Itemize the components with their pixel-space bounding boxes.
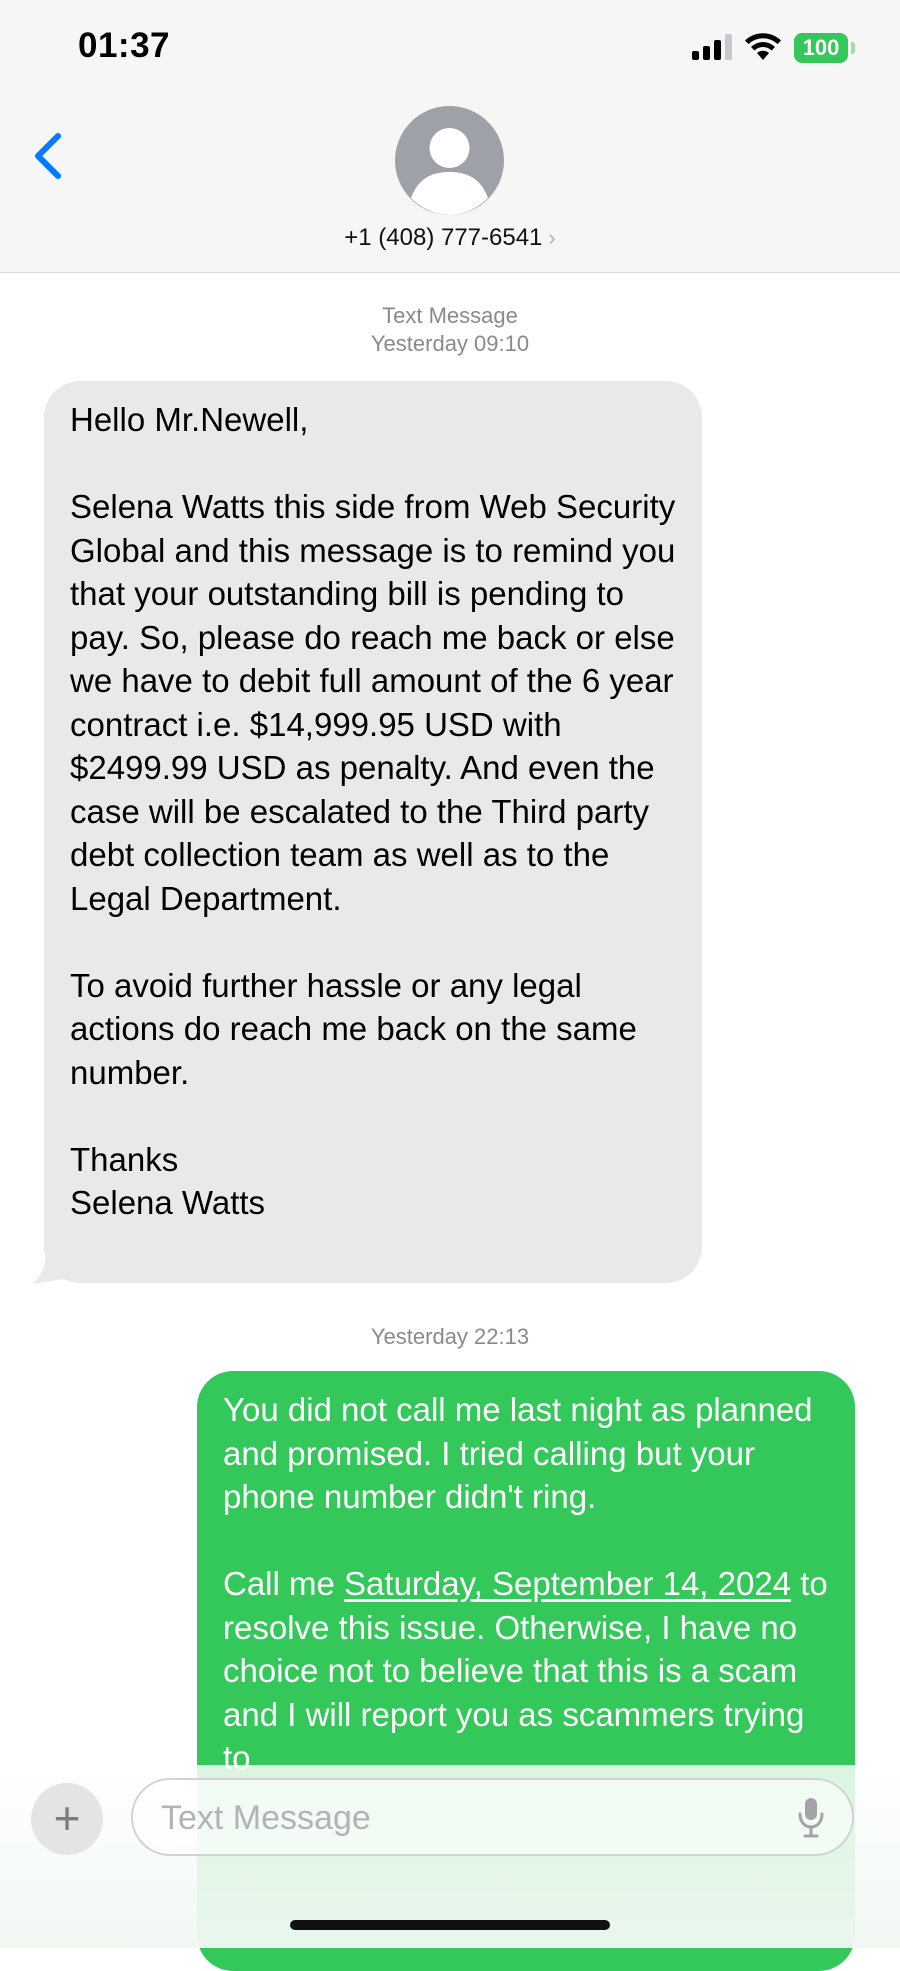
message-input-container[interactable] [131,1778,854,1856]
microphone-icon[interactable] [796,1796,826,1840]
contact-number: +1 (408) 777-6541 [344,224,543,251]
timestamp: Yesterday 09:10 [370,331,530,356]
contact-avatar-icon[interactable] [395,106,504,215]
chevron-right-icon: › [548,225,556,250]
contact-name-button[interactable]: +1 (408) 777-6541 › [0,224,900,252]
back-chevron-icon[interactable] [30,130,66,182]
cellular-signal-icon [692,34,734,60]
message-input[interactable] [159,1792,763,1844]
wifi-icon [745,33,781,60]
battery-tip [851,42,855,54]
status-time: 01:37 [78,26,171,65]
timestamp: Yesterday 22:13 [370,1324,530,1349]
service-label: Text Message [382,303,518,328]
conversation-header: 01:37 100 +1 (408) 777-6541 › [0,0,900,273]
date-link[interactable]: Saturday, September 14, 2024 [344,1565,791,1602]
incoming-message-bubble[interactable]: Hello Mr.Newell, Selena Watts this side … [44,381,702,1283]
plus-icon[interactable]: + [31,1783,103,1855]
home-indicator[interactable] [290,1920,610,1930]
battery-icon: 100 [794,33,848,63]
